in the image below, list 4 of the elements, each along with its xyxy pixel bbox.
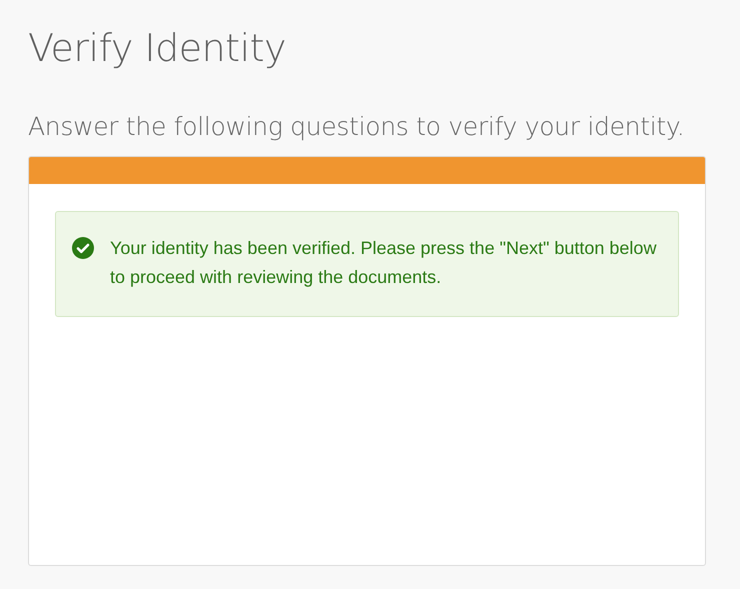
check-circle-icon bbox=[72, 237, 94, 259]
alert-message: Your identity has been verified. Please press the "Next" button below to proceed with reviewing the documents. bbox=[110, 237, 658, 289]
page-title: Verify Identity bbox=[28, 25, 288, 72]
page-subtitle: Answer the following questions to verify your identity. bbox=[28, 111, 686, 143]
